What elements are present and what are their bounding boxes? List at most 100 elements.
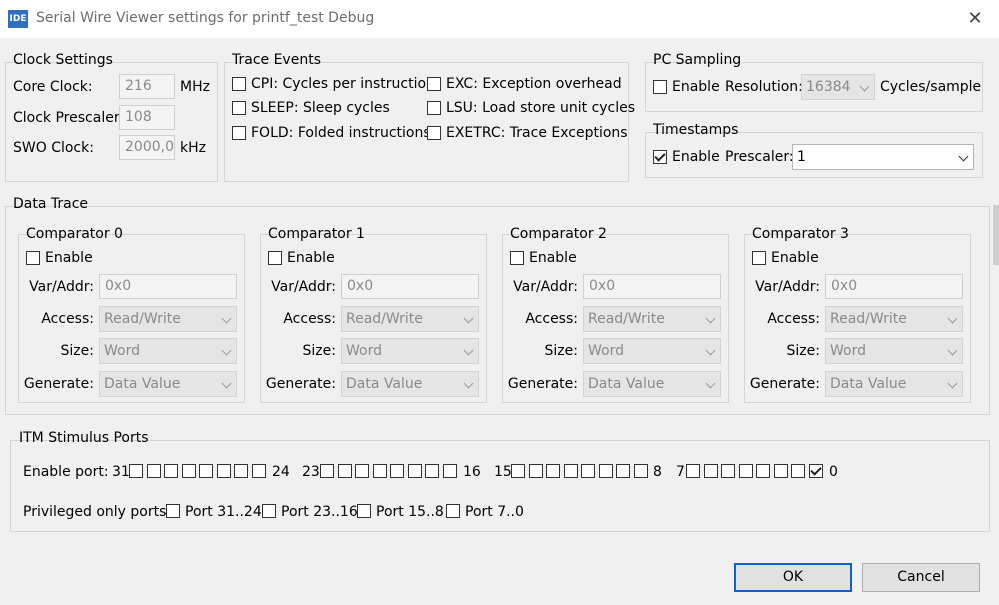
- comparator-enable-checkbox[interactable]: [26, 251, 40, 265]
- access-select[interactable]: Read/Write: [99, 306, 237, 332]
- exetrc-label: EXETRC: Trace Exceptions: [446, 125, 628, 141]
- enable-port-18-checkbox[interactable]: [408, 464, 422, 478]
- enable-port-23-checkbox[interactable]: [320, 464, 334, 478]
- size-select[interactable]: Word: [583, 338, 721, 364]
- swo-clock-label: SWO Clock:: [13, 140, 94, 156]
- generate-value: Data Value: [588, 376, 665, 392]
- enable-port-0-checkbox[interactable]: [809, 464, 823, 478]
- app-icon: IDE: [8, 10, 28, 28]
- generate-value: Data Value: [830, 376, 907, 392]
- enable-port-13-checkbox[interactable]: [546, 464, 560, 478]
- comparator-enable-checkbox[interactable]: [510, 251, 524, 265]
- var-addr-field[interactable]: 0x0: [99, 274, 237, 299]
- enable-port-28-checkbox[interactable]: [182, 464, 196, 478]
- enable-port-16-checkbox[interactable]: [443, 464, 457, 478]
- enable-port-21-checkbox[interactable]: [355, 464, 369, 478]
- size-value: Word: [830, 343, 866, 359]
- enable-port-17-checkbox[interactable]: [425, 464, 439, 478]
- var-addr-field[interactable]: 0x0: [825, 274, 963, 299]
- generate-select[interactable]: Data Value: [341, 371, 479, 397]
- enable-port-11-checkbox[interactable]: [581, 464, 595, 478]
- timestamps-prescaler-select[interactable]: 1: [792, 144, 974, 170]
- port-range-start: 7: [676, 464, 685, 480]
- resolution-select[interactable]: 16384: [801, 74, 875, 100]
- enable-port-5-checkbox[interactable]: [721, 464, 735, 478]
- enable-port-14-checkbox[interactable]: [529, 464, 543, 478]
- comparator-enable-checkbox[interactable]: [752, 251, 766, 265]
- enable-port-6-checkbox[interactable]: [704, 464, 718, 478]
- enable-port-20-checkbox[interactable]: [373, 464, 387, 478]
- access-value: Read/Write: [346, 311, 423, 327]
- priv-port-31-24-checkbox[interactable]: [166, 504, 180, 518]
- pc-sampling-enable-label: Enable: [672, 79, 720, 95]
- enable-port-8-checkbox[interactable]: [634, 464, 648, 478]
- enable-port-31-checkbox[interactable]: [129, 464, 143, 478]
- timestamps-enable-checkbox[interactable]: [653, 150, 667, 164]
- timestamps-legend: Timestamps: [653, 122, 739, 138]
- close-icon[interactable]: ✕: [964, 8, 986, 30]
- size-label: Size:: [786, 343, 820, 359]
- size-select[interactable]: Word: [825, 338, 963, 364]
- priv-port-15-8-checkbox[interactable]: [357, 504, 371, 518]
- comparator-title: Comparator 0: [26, 226, 123, 242]
- itm-stimulus-legend: ITM Stimulus Ports: [19, 430, 149, 446]
- enable-port-3-checkbox[interactable]: [756, 464, 770, 478]
- enable-port-9-checkbox[interactable]: [616, 464, 630, 478]
- port-range-end: 16: [463, 464, 481, 480]
- access-select[interactable]: Read/Write: [583, 306, 721, 332]
- port-range-start: 15: [494, 464, 512, 480]
- enable-port-25-checkbox[interactable]: [234, 464, 248, 478]
- var-addr-field[interactable]: 0x0: [341, 274, 479, 299]
- enable-port-24-checkbox[interactable]: [252, 464, 266, 478]
- enable-port-19-checkbox[interactable]: [390, 464, 404, 478]
- comparator-enable-label: Enable: [771, 250, 819, 266]
- size-select[interactable]: Word: [341, 338, 479, 364]
- enable-port-26-checkbox[interactable]: [217, 464, 231, 478]
- generate-select[interactable]: Data Value: [583, 371, 721, 397]
- sleep-label: SLEEP: Sleep cycles: [251, 100, 390, 116]
- scrollbar-thumb[interactable]: [993, 205, 999, 265]
- access-label: Access:: [767, 311, 820, 327]
- chevron-down-icon: [705, 313, 716, 324]
- exc-checkbox[interactable]: [427, 77, 441, 91]
- access-select[interactable]: Read/Write: [825, 306, 963, 332]
- enable-port-1-checkbox[interactable]: [791, 464, 805, 478]
- priv-port-15-8-label: Port 15..8: [376, 504, 444, 520]
- chevron-down-icon: [947, 345, 958, 356]
- lsu-checkbox[interactable]: [427, 101, 441, 115]
- sleep-checkbox[interactable]: [232, 101, 246, 115]
- enable-port-10-checkbox[interactable]: [599, 464, 613, 478]
- generate-value: Data Value: [346, 376, 423, 392]
- exetrc-checkbox[interactable]: [427, 126, 441, 140]
- size-select[interactable]: Word: [99, 338, 237, 364]
- enable-port-29-checkbox[interactable]: [164, 464, 178, 478]
- comparator-title: Comparator 3: [752, 226, 849, 242]
- generate-value: Data Value: [104, 376, 181, 392]
- generate-label: Generate:: [507, 376, 578, 392]
- enable-port-7-checkbox[interactable]: [686, 464, 700, 478]
- cpi-checkbox[interactable]: [232, 77, 246, 91]
- window-title: Serial Wire Viewer settings for printf_t…: [36, 10, 375, 26]
- enable-port-30-checkbox[interactable]: [147, 464, 161, 478]
- enable-port-4-checkbox[interactable]: [739, 464, 753, 478]
- comparator-enable-checkbox[interactable]: [268, 251, 282, 265]
- fold-checkbox[interactable]: [232, 126, 246, 140]
- enable-port-27-checkbox[interactable]: [199, 464, 213, 478]
- priv-port-23-16-checkbox[interactable]: [262, 504, 276, 518]
- generate-select[interactable]: Data Value: [825, 371, 963, 397]
- pc-sampling-enable-checkbox[interactable]: [653, 80, 667, 94]
- var-addr-field[interactable]: 0x0: [583, 274, 721, 299]
- chevron-down-icon: [221, 345, 232, 356]
- cancel-button[interactable]: Cancel: [862, 563, 980, 592]
- priv-port-31-24-label: Port 31..24: [185, 504, 262, 520]
- priv-port-7-0-checkbox[interactable]: [446, 504, 460, 518]
- enable-port-12-checkbox[interactable]: [564, 464, 578, 478]
- ok-button[interactable]: OK: [734, 563, 852, 592]
- clock-settings-legend: Clock Settings: [13, 52, 113, 68]
- access-select[interactable]: Read/Write: [341, 306, 479, 332]
- enable-port-15-checkbox[interactable]: [511, 464, 525, 478]
- enable-port-22-checkbox[interactable]: [338, 464, 352, 478]
- generate-select[interactable]: Data Value: [99, 371, 237, 397]
- enable-port-2-checkbox[interactable]: [774, 464, 788, 478]
- chevron-down-icon: [947, 313, 958, 324]
